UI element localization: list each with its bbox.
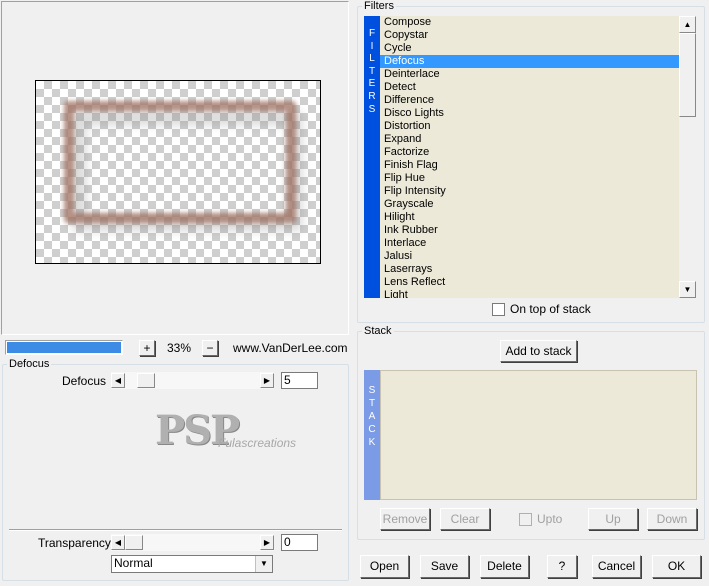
filter-item[interactable]: Light (380, 289, 679, 298)
upto-label[interactable]: Upto (537, 512, 562, 526)
filter-item[interactable]: Compose (380, 16, 679, 29)
help-button[interactable]: ? (547, 555, 577, 578)
on-top-of-stack-label[interactable]: On top of stack (510, 302, 591, 316)
strip-letter: I (370, 40, 374, 52)
clear-button[interactable]: Clear (440, 508, 490, 530)
transparency-slider[interactable]: ◀ ▶ (111, 534, 274, 551)
stack-list[interactable] (380, 370, 697, 500)
filter-item[interactable]: Factorize (380, 146, 679, 159)
filter-item[interactable]: Deinterlace (380, 68, 679, 81)
filter-list-scrollbar[interactable]: ▲ ▼ (679, 16, 696, 298)
website-link[interactable]: www.VanDerLee.com (233, 341, 348, 355)
watermark-logo: PSP Fulascreations (155, 408, 315, 458)
filter-list[interactable]: Compose Copystar Cycle Defocus Deinterla… (380, 16, 679, 298)
filter-item[interactable]: Grayscale (380, 198, 679, 211)
stack-group-label: Stack (364, 325, 392, 337)
defocus-slider-thumb[interactable] (137, 373, 155, 388)
down-button[interactable]: Down (647, 508, 697, 530)
on-top-of-stack-checkbox[interactable] (492, 303, 505, 316)
watermark-text: Fulascreations (218, 436, 297, 450)
scroll-up-arrow-icon[interactable]: ▲ (679, 16, 696, 33)
open-button[interactable]: Open (360, 555, 409, 578)
add-to-stack-button[interactable]: Add to stack (500, 340, 577, 362)
defocus-value-field[interactable]: 5 (281, 372, 318, 389)
defocus-right-arrow-icon[interactable]: ▶ (260, 373, 274, 388)
filter-item[interactable]: Distortion (380, 120, 679, 133)
strip-letter: T (368, 398, 376, 409)
scroll-down-arrow-icon[interactable]: ▼ (679, 281, 696, 298)
filter-item[interactable]: Detect (380, 81, 679, 94)
transparency-label: Transparency (38, 536, 111, 550)
zoom-out-button[interactable]: − (202, 340, 218, 356)
preview-pane[interactable] (1, 1, 349, 335)
strip-letter: S (368, 103, 376, 115)
scrollbar-thumb[interactable] (679, 33, 696, 117)
filter-item[interactable]: Flip Hue (380, 172, 679, 185)
save-button[interactable]: Save (420, 555, 469, 578)
upto-checkbox[interactable] (519, 513, 532, 526)
filter-item[interactable]: Disco Lights (380, 107, 679, 120)
up-button[interactable]: Up (588, 508, 638, 530)
strip-letter: A (368, 411, 376, 422)
remove-button[interactable]: Remove (380, 508, 430, 530)
filter-item[interactable]: Cycle (380, 42, 679, 55)
filter-item[interactable]: Difference (380, 94, 679, 107)
filter-item[interactable]: Copystar (380, 29, 679, 42)
defocus-slider[interactable]: ◀ ▶ (111, 372, 274, 389)
transparency-slider-thumb[interactable] (125, 535, 143, 550)
defocus-left-arrow-icon[interactable]: ◀ (111, 373, 125, 388)
strip-letter: E (368, 78, 376, 90)
blend-mode-select[interactable]: Normal ▼ (111, 555, 273, 573)
filter-item[interactable]: Defocus (380, 55, 679, 68)
separator-line (9, 529, 342, 531)
strip-letter: F (368, 28, 376, 39)
params-group-label: Defocus (9, 358, 50, 370)
progress-fill (7, 342, 121, 353)
filter-item[interactable]: Expand (380, 133, 679, 146)
zoom-in-button[interactable]: + (139, 340, 155, 356)
transparency-right-arrow-icon[interactable]: ▶ (260, 535, 274, 550)
filter-item[interactable]: Laserrays (380, 263, 679, 276)
zoom-value: 33% (167, 341, 192, 355)
strip-letter: S (368, 385, 376, 396)
filter-item[interactable]: Ink Rubber (380, 224, 679, 237)
filter-item[interactable]: Jalusi (380, 250, 679, 263)
frame-border (64, 101, 296, 223)
defocus-label: Defocus (62, 374, 107, 388)
filter-item[interactable]: Finish Flag (380, 159, 679, 172)
transparency-value-field[interactable]: 0 (281, 534, 318, 551)
stack-strip: S T A C K (364, 370, 380, 500)
cancel-button[interactable]: Cancel (592, 555, 641, 578)
filters-strip: F I L T E R S (364, 16, 380, 298)
blend-mode-value: Normal (114, 556, 153, 570)
strip-letter: L (369, 53, 375, 65)
chevron-down-icon[interactable]: ▼ (255, 556, 272, 572)
filter-item[interactable]: Flip Intensity (380, 185, 679, 198)
preview-canvas[interactable] (35, 80, 321, 264)
progress-bar (5, 340, 123, 355)
strip-letter: T (368, 65, 376, 77)
filter-item[interactable]: Interlace (380, 237, 679, 250)
filter-item[interactable]: Hilight (380, 211, 679, 224)
delete-button[interactable]: Delete (480, 555, 529, 578)
filters-group-label: Filters (364, 0, 394, 12)
transparency-left-arrow-icon[interactable]: ◀ (111, 535, 125, 550)
strip-letter: C (368, 424, 376, 435)
filter-item[interactable]: Lens Reflect (380, 276, 679, 289)
ok-button[interactable]: OK (652, 555, 701, 578)
strip-letter: R (368, 90, 376, 102)
strip-letter: K (368, 437, 376, 448)
